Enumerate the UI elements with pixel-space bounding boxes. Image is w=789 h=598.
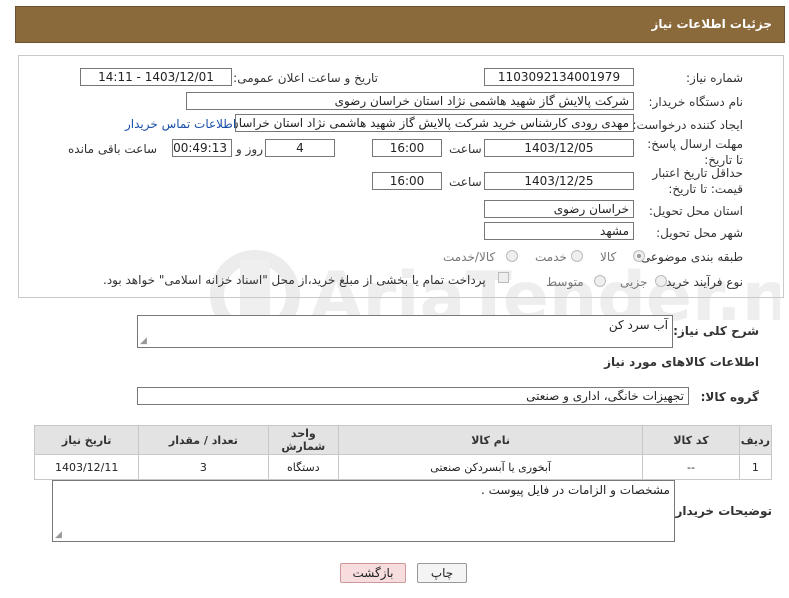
days-field[interactable]: 4 — [265, 139, 335, 157]
treasury-checkbox[interactable] — [498, 272, 509, 283]
validity-time-field[interactable]: 16:00 — [372, 172, 442, 190]
deadline-date-field[interactable]: 1403/12/05 — [484, 139, 634, 157]
deadline-time-field[interactable]: 16:00 — [372, 139, 442, 157]
col-quantity: تعداد / مقدار — [138, 425, 269, 455]
category-radio-service[interactable] — [571, 250, 583, 262]
cell-quantity: 3 — [138, 454, 269, 480]
goods-table-header: ردیف کد کالا نام کالا واحد شمارش تعداد /… — [33, 425, 773, 455]
description-text: آب سرد کن — [608, 318, 668, 332]
process-radio-medium[interactable] — [594, 275, 606, 287]
category-option-goods: کالا — [600, 250, 617, 264]
category-radio-goods-service[interactable] — [506, 250, 518, 262]
buyer-notes-textarea[interactable]: مشخصات و الزامات در فایل پیوست . ◢ — [52, 480, 675, 542]
cell-row-number: 1 — [738, 454, 773, 480]
process-option-medium: متوسط — [546, 275, 584, 289]
creator-label: ایجاد کننده درخواست: — [632, 118, 743, 132]
goods-section-title: اطلاعات کالاهای مورد نیاز — [604, 355, 759, 369]
page-header: جزئیات اطلاعات نیاز — [15, 6, 785, 43]
buyer-notes-label: توضیحات خریدار: — [670, 504, 772, 518]
validity-date-field[interactable]: 1403/12/25 — [484, 172, 634, 190]
col-goods-code: کد کالا — [642, 425, 740, 455]
back-button[interactable]: بازگشت — [340, 563, 406, 583]
category-option-service: خدمت — [535, 250, 567, 264]
buyer-notes-text: مشخصات و الزامات در فایل پیوست . — [480, 483, 670, 497]
cell-unit: دستگاه — [267, 454, 340, 480]
table-row[interactable]: 1 -- آبخوری یا آبسردکن صنعتی دستگاه 3 14… — [33, 454, 773, 480]
description-textarea[interactable]: آب سرد کن ◢ — [137, 315, 673, 348]
resize-grip-icon: ◢ — [55, 530, 62, 540]
remaining-label: ساعت باقی مانده — [68, 142, 158, 156]
resize-grip-icon: ◢ — [140, 336, 147, 346]
process-label: نوع فرآیند خرید : — [658, 275, 743, 289]
col-row-number: ردیف — [738, 425, 773, 455]
col-goods-name: نام کالا — [338, 425, 644, 455]
city-field[interactable]: مشهد — [484, 222, 634, 240]
category-radio-goods[interactable] — [633, 250, 645, 262]
remaining-time-field[interactable]: 00:49:13 — [172, 139, 232, 157]
goods-group-label: گروه کالا: — [700, 390, 759, 404]
category-option-goods-service: کالا/خدمت — [443, 250, 496, 264]
creator-field[interactable]: مهدی رودی کارشناس خرید شرکت پالایش گاز ش… — [235, 114, 634, 132]
print-button[interactable]: چاپ — [417, 563, 467, 583]
buyer-label: نام دستگاه خریدار: — [648, 95, 744, 109]
need-number-field[interactable]: 1103092134001979 — [484, 68, 634, 86]
days-label: روز و — [236, 142, 263, 156]
city-label: شهر محل تحویل: — [656, 226, 743, 240]
goods-table: ردیف کد کالا نام کالا واحد شمارش تعداد /… — [33, 425, 773, 480]
buyer-contact-link[interactable]: اطلاعات تماس خریدار — [125, 117, 236, 131]
announce-field[interactable]: 1403/12/01 - 14:11 — [80, 68, 232, 86]
category-label: طبقه بندی موضوعی: — [636, 250, 743, 264]
province-field[interactable]: خراسان رضوی — [484, 200, 634, 218]
cell-goods-name: آبخوری یا آبسردکن صنعتی — [338, 454, 644, 480]
deadline-label: مهلت ارسال پاسخ: تا تاریخ: — [647, 137, 743, 167]
col-unit: واحد شمارش — [267, 425, 340, 455]
process-radio-minor[interactable] — [655, 275, 667, 287]
goods-group-field[interactable]: تجهیزات خانگی، اداری و صنعتی — [137, 387, 689, 405]
province-label: استان محل تحویل: — [648, 204, 743, 218]
deadline-time-label: ساعت — [449, 142, 482, 156]
col-need-date: تاریخ نیاز — [33, 425, 140, 455]
payment-note: پرداخت تمام یا بخشی از مبلغ خرید،از محل … — [103, 273, 486, 287]
buyer-field[interactable]: شرکت پالایش گاز شهید هاشمی نژاد استان خر… — [186, 92, 634, 110]
announce-label: تاریخ و ساعت اعلان عمومی: — [233, 71, 378, 85]
validity-time-label: ساعت — [449, 175, 482, 189]
page-title: جزئیات اطلاعات نیاز — [651, 17, 772, 31]
process-option-minor: جزیی — [620, 275, 648, 289]
cell-need-date: 1403/12/11 — [33, 454, 140, 480]
need-number-label: شماره نیاز: — [686, 71, 743, 85]
description-label: شرح کلی نیاز: — [673, 324, 759, 338]
validity-label: حداقل تاریخ اعتبار قیمت: تا تاریخ: — [652, 166, 743, 196]
cell-goods-code: -- — [642, 454, 740, 480]
